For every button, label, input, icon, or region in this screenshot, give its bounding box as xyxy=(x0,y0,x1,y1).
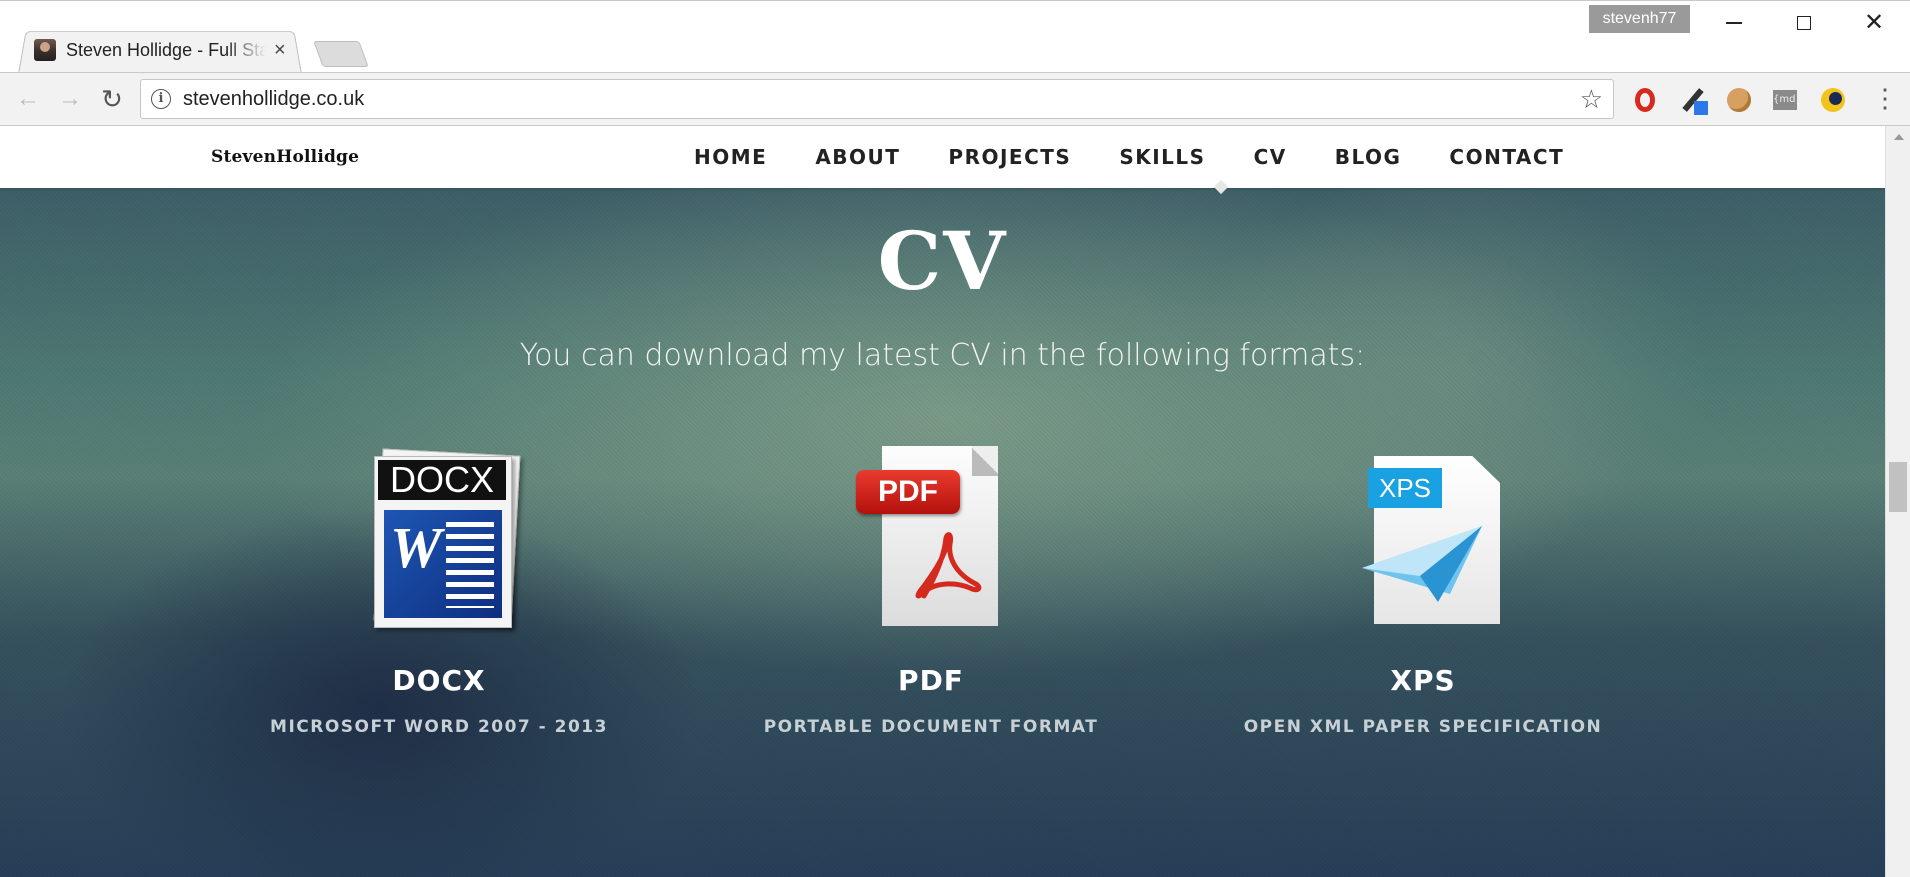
minimize-icon xyxy=(1726,22,1742,24)
page-viewport: StevenHollidge HOME ABOUT PROJECTS SKILL… xyxy=(0,126,1885,877)
nav-cv[interactable]: CV xyxy=(1230,144,1311,170)
forward-button[interactable]: → xyxy=(56,85,84,113)
site-favicon-icon xyxy=(34,39,56,61)
browser-titlebar: Steven Hollidge - Full Stack × stevenh77… xyxy=(0,0,1910,74)
color-picker-extension-icon[interactable] xyxy=(1678,85,1708,115)
profile-badge[interactable]: stevenh77 xyxy=(1589,5,1690,33)
cookie-extension-icon[interactable] xyxy=(1724,85,1754,115)
nav-projects[interactable]: PROJECTS xyxy=(924,144,1095,170)
nav-home[interactable]: HOME xyxy=(694,144,791,170)
window-close-button[interactable]: ✕ xyxy=(1850,7,1898,39)
reload-button[interactable]: ↻ xyxy=(98,84,126,114)
browser-menu-icon[interactable]: ⋮ xyxy=(1872,83,1898,117)
cv-section: CV You can download my latest CV in the … xyxy=(0,188,1885,877)
url-text[interactable]: stevenhollidge.co.uk xyxy=(183,88,364,111)
address-bar[interactable]: i stevenhollidge.co.uk ☆ xyxy=(140,79,1614,119)
format-description: OPEN XML PAPER SPECIFICATION xyxy=(1243,717,1603,737)
acrobat-logo-icon xyxy=(915,532,982,599)
scrollbar-thumb[interactable] xyxy=(1889,462,1907,512)
format-name[interactable]: PDF xyxy=(711,664,1151,698)
opera-extension-icon[interactable] xyxy=(1630,85,1660,115)
window-maximize-button[interactable] xyxy=(1780,7,1828,39)
section-title: CV xyxy=(877,214,1008,308)
download-pdf[interactable]: PDF PDF PORTABLE DOCUMENT FORMAT xyxy=(711,446,1151,738)
xps-icon-label: XPS xyxy=(1368,468,1442,508)
site-navbar: StevenHollidge HOME ABOUT PROJECTS SKILL… xyxy=(0,126,1885,188)
format-name[interactable]: XPS xyxy=(1203,664,1643,698)
back-button[interactable]: ← xyxy=(14,85,42,113)
nav-about[interactable]: ABOUT xyxy=(791,144,924,170)
paper-plane-icon xyxy=(1362,526,1482,602)
docx-icon-label: DOCX xyxy=(378,460,506,500)
maximize-icon xyxy=(1797,16,1811,30)
browser-toolbar: ← → ↻ i stevenhollidge.co.uk ☆ {md} ⋮ xyxy=(0,72,1910,126)
tab-title: Steven Hollidge - Full Stack xyxy=(66,39,266,60)
page-scrollbar[interactable] xyxy=(1885,126,1910,877)
browser-tab[interactable]: Steven Hollidge - Full Stack × xyxy=(22,27,296,73)
format-description: PORTABLE DOCUMENT FORMAT xyxy=(763,717,1099,737)
section-subtitle: You can download my latest CV in the fol… xyxy=(519,338,1366,373)
scroll-up-arrow-icon[interactable] xyxy=(1894,134,1904,140)
pdf-icon-label: PDF xyxy=(856,470,960,514)
site-nav-menu: HOME ABOUT PROJECTS SKILLS CV BLOG CONTA… xyxy=(694,144,1588,170)
nav-skills[interactable]: SKILLS xyxy=(1095,144,1229,170)
nav-blog[interactable]: BLOG xyxy=(1311,144,1426,170)
bookmark-star-icon[interactable]: ☆ xyxy=(1580,84,1603,115)
tab-close-icon[interactable]: × xyxy=(274,39,286,62)
close-icon: ✕ xyxy=(1863,9,1885,36)
format-description: MICROSOFT WORD 2007 - 2013 xyxy=(270,717,608,737)
pdf-icon[interactable]: PDF xyxy=(856,446,1006,626)
markdown-extension-icon[interactable]: {md} xyxy=(1770,85,1802,115)
nav-contact[interactable]: CONTACT xyxy=(1425,144,1588,170)
download-xps[interactable]: XPS XPS OPEN XML PAPER SPECIFICATION xyxy=(1203,446,1643,738)
xps-icon[interactable]: XPS xyxy=(1348,446,1500,626)
site-info-icon[interactable]: i xyxy=(151,89,171,109)
word-docx-icon[interactable]: DOCX W xyxy=(364,446,521,628)
new-tab-button[interactable] xyxy=(313,41,369,67)
window-minimize-button[interactable] xyxy=(1710,7,1758,39)
site-logo[interactable]: StevenHollidge xyxy=(211,146,359,168)
dark-mode-extension-icon[interactable] xyxy=(1818,85,1848,115)
download-docx[interactable]: DOCX W DOCX MICROSOFT WORD 2007 - 2013 xyxy=(219,446,659,738)
format-name[interactable]: DOCX xyxy=(219,664,659,698)
